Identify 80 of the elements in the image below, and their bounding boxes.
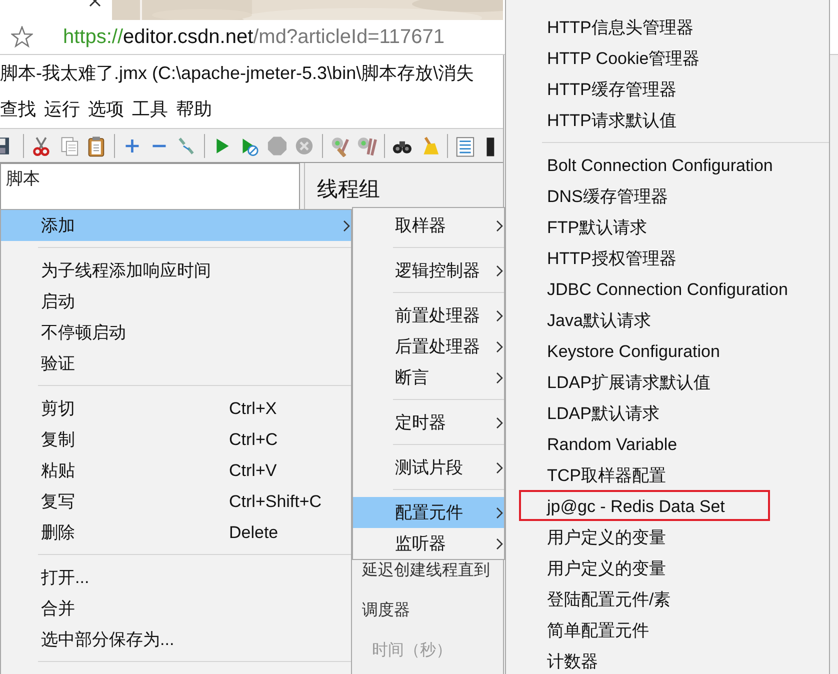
menu-item[interactable]: 逻辑控制器 bbox=[353, 255, 504, 286]
shortcut-label: Delete bbox=[229, 522, 278, 542]
menu-item[interactable]: 断言 bbox=[353, 362, 504, 393]
menu-item[interactable]: Random Variable bbox=[506, 429, 829, 460]
menu-bar-item[interactable]: 选项 bbox=[88, 97, 124, 121]
menu-item[interactable]: 启动 bbox=[1, 286, 351, 317]
stop-icon[interactable] bbox=[266, 134, 288, 156]
menu-item[interactable]: 计数器 bbox=[506, 646, 829, 674]
chevron-icon bbox=[496, 417, 504, 429]
menu-item[interactable]: HTTP请求默认值 bbox=[506, 105, 829, 136]
menu-item[interactable]: TCP取样器配置 bbox=[506, 460, 829, 491]
menu-item[interactable]: HTTP缓存管理器 bbox=[506, 74, 829, 105]
chevron-icon bbox=[496, 341, 504, 353]
menu-item[interactable]: HTTP Cookie管理器 bbox=[506, 43, 829, 74]
menu-item[interactable]: 测试片段 bbox=[353, 452, 504, 483]
menu-item[interactable]: Bolt Connection Configuration bbox=[506, 150, 829, 181]
menu-item[interactable]: 用户定义的变量 bbox=[506, 522, 829, 553]
shortcut-label: Ctrl+X bbox=[229, 398, 277, 418]
cancel-icon[interactable] bbox=[294, 134, 315, 156]
field-label: 时间（秒） bbox=[372, 640, 452, 661]
field-label: 延迟创建线程直到 bbox=[362, 560, 490, 581]
menu-item[interactable]: jp@gc - Redis Data Set bbox=[506, 491, 829, 522]
menu-item[interactable]: 打开... bbox=[1, 562, 351, 593]
menu-item[interactable]: 用户定义的变量 bbox=[506, 553, 829, 584]
star-icon bbox=[11, 26, 33, 48]
menu-item[interactable]: HTTP授权管理器 bbox=[506, 243, 829, 274]
menu-item[interactable]: DNS缓存管理器 bbox=[506, 181, 829, 212]
url-text[interactable]: https://editor.csdn.net/md?articleId=117671 bbox=[63, 26, 503, 48]
clipboard-icon[interactable] bbox=[86, 134, 107, 156]
menu-item[interactable]: 复写 Ctrl+Shift+C bbox=[1, 486, 351, 517]
menu-item[interactable]: Keystore Configuration bbox=[506, 336, 829, 367]
shortcut-label: Ctrl+C bbox=[229, 430, 278, 450]
field-label: 调度器 bbox=[362, 600, 410, 621]
shortcut-label: Ctrl+Shift+C bbox=[229, 492, 322, 512]
menu-item[interactable]: 登陆配置元件/素 bbox=[506, 584, 829, 615]
menu-item[interactable]: Java默认请求 bbox=[506, 305, 829, 336]
chevron-icon bbox=[496, 265, 504, 277]
menu-item[interactable]: FTP默认请求 bbox=[506, 212, 829, 243]
panel-heading: 线程组 bbox=[316, 177, 381, 203]
menu-item[interactable]: LDAP默认请求 bbox=[506, 398, 829, 429]
menu-item[interactable]: 删除 Delete bbox=[1, 517, 351, 548]
menu-bar-item[interactable]: 工具 bbox=[132, 97, 168, 121]
close-icon bbox=[89, 0, 101, 8]
menu-item[interactable]: 取样器 bbox=[353, 210, 504, 241]
menu-item[interactable]: 配置元件 bbox=[353, 497, 504, 528]
shortcut-label: Ctrl+V bbox=[229, 460, 277, 480]
chevron-icon bbox=[496, 462, 504, 474]
chevron-icon bbox=[496, 507, 504, 519]
chevron-icon bbox=[496, 538, 504, 550]
list-icon[interactable] bbox=[455, 134, 476, 156]
menu-item[interactable]: 为子线程添加响应时间 bbox=[1, 255, 351, 286]
scissors-icon[interactable] bbox=[31, 134, 52, 156]
menu-item[interactable]: LDAP扩展请求默认值 bbox=[506, 367, 829, 398]
menu-bar-item[interactable]: 帮助 bbox=[176, 97, 212, 121]
window-title: 脚本-我太难了.jmx (C:\apache-jmeter-5.3\bin\脚本存放\消失 bbox=[0, 62, 474, 84]
menu-item[interactable]: 添加 bbox=[1, 210, 351, 241]
menu-item[interactable]: 简单配置元件 bbox=[506, 615, 829, 646]
menu-item[interactable]: 验证 bbox=[1, 348, 351, 379]
chevron-icon bbox=[343, 220, 351, 232]
gear-brooms-icon[interactable] bbox=[356, 134, 378, 156]
menu-item[interactable]: 前置处理器 bbox=[353, 300, 504, 331]
chevron-icon bbox=[496, 220, 504, 232]
copy-icon[interactable] bbox=[58, 134, 80, 156]
gear-broom-icon[interactable] bbox=[330, 134, 350, 156]
menu-item[interactable]: 剪切 Ctrl+X bbox=[1, 393, 351, 424]
menu-item[interactable]: 定时器 bbox=[353, 407, 504, 438]
chevron-icon bbox=[496, 310, 504, 322]
menu-item[interactable]: 复制 Ctrl+C bbox=[1, 424, 351, 455]
tree-item[interactable]: 脚本 bbox=[1, 168, 40, 190]
chevron-icon bbox=[496, 372, 504, 384]
menu-item[interactable]: HTTP信息头管理器 bbox=[506, 12, 829, 43]
menu-item[interactable]: 后置处理器 bbox=[353, 331, 504, 362]
menu-bar-item[interactable]: 查找 bbox=[0, 97, 36, 121]
menu-item[interactable]: 监听器 bbox=[353, 528, 504, 559]
menu-item[interactable]: 合并 bbox=[1, 593, 351, 624]
menu-item[interactable]: 选中部分保存为... bbox=[1, 624, 351, 655]
menu-item[interactable]: 粘贴 Ctrl+V bbox=[1, 455, 351, 486]
menu-bar-item[interactable]: 运行 bbox=[44, 97, 80, 121]
menu-item[interactable]: JDBC Connection Configuration bbox=[506, 274, 829, 305]
menu-item[interactable]: 不停顿启动 bbox=[1, 317, 351, 348]
